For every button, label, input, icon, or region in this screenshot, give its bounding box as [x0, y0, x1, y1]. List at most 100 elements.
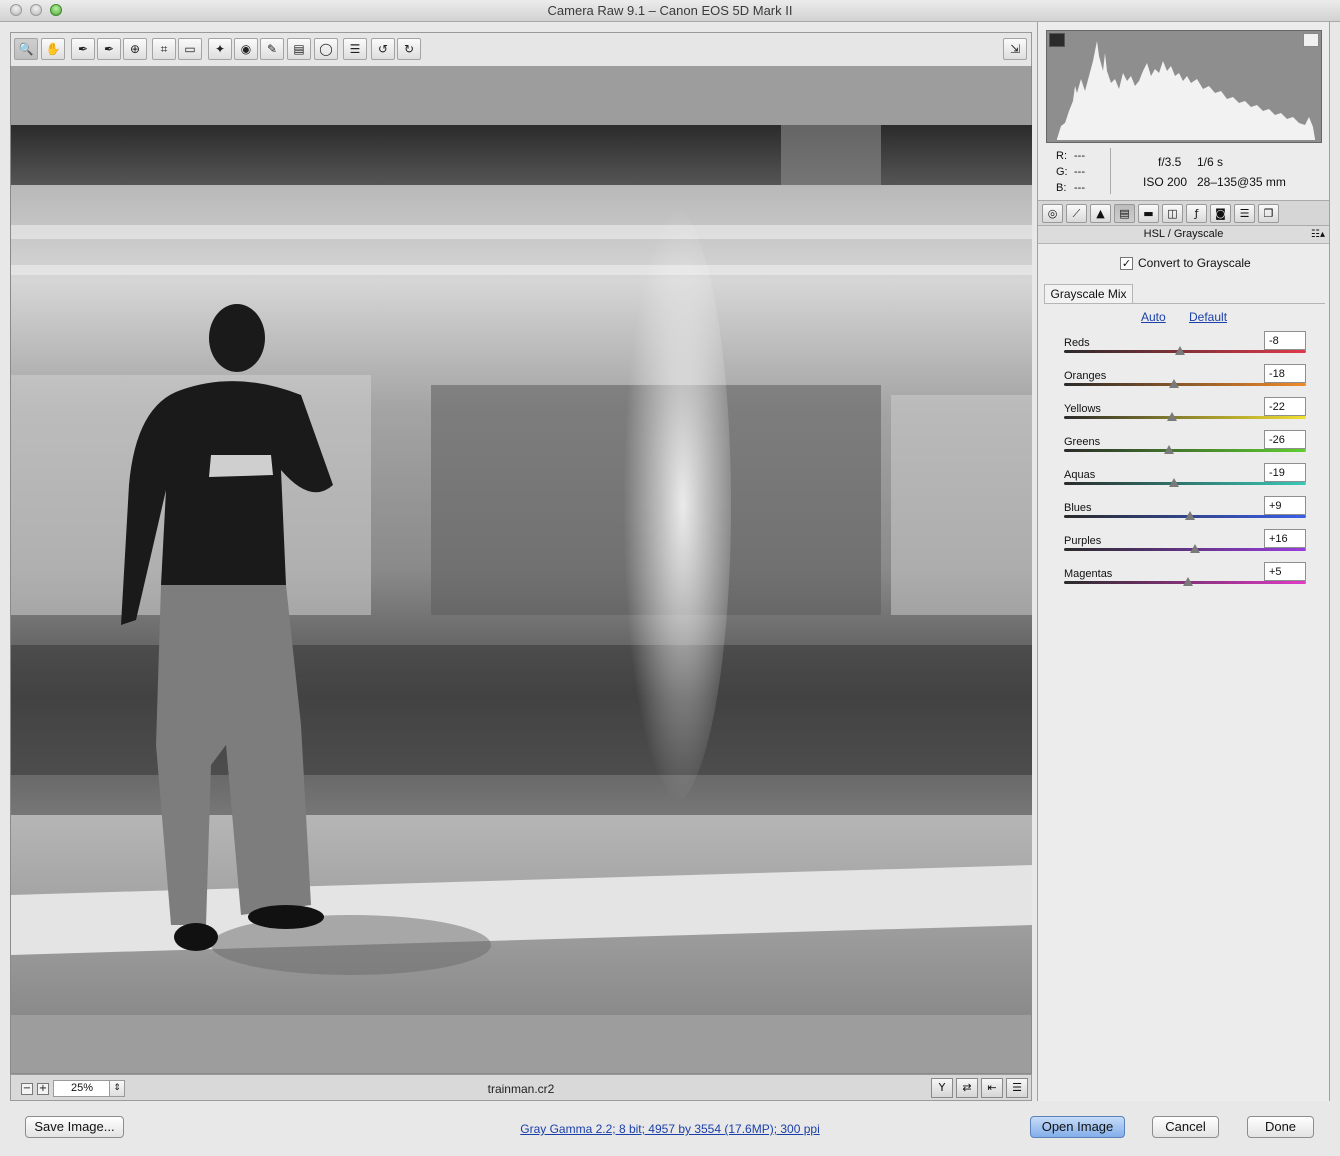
tab-snapshots[interactable]: ❐	[1258, 204, 1279, 223]
panel-title: HSL / Grayscale	[1143, 228, 1224, 240]
preferences-tool-button[interactable]: ☰	[343, 38, 367, 60]
red-eye-removal-tool-icon: ◉	[240, 42, 252, 56]
swap-icon: ⇄	[962, 1081, 972, 1094]
swap-settings-button[interactable]: ⇄	[956, 1078, 978, 1098]
zoom-tool-button[interactable]: 🔍	[14, 38, 38, 60]
preview-status-bar: − + 25% ⇕ trainman.cr2 Y ⇄ ⇤ ☰	[10, 1074, 1032, 1101]
crop-tool-button[interactable]: ⌗	[152, 38, 176, 60]
graduated-filter-tool-icon: ▤	[293, 42, 305, 56]
slider-value-field[interactable]: -22	[1264, 397, 1306, 416]
tab-split-toning[interactable]: ▬	[1138, 204, 1159, 223]
radial-filter-tool-button[interactable]: ◯	[314, 38, 338, 60]
preferences-tool-icon: ☰	[349, 42, 361, 56]
slider-track[interactable]	[1064, 482, 1306, 485]
copy-icon: ⇤	[987, 1081, 997, 1094]
shadow-clipping-warning-button[interactable]	[1049, 33, 1065, 47]
done-button[interactable]: Done	[1247, 1116, 1314, 1138]
y-view-icon: Y	[938, 1081, 946, 1094]
title-bar: Camera Raw 9.1 – Canon EOS 5D Mark II	[0, 0, 1340, 22]
tool-bar: 🔍 ✋ ✒ ✒ ⊕ ⌗ ▭ ✦ ◉ ✎ ▤ ◯ ☰ ↺ ↻ ⇲	[10, 32, 1032, 66]
adjustment-brush-tool-button[interactable]: ✎	[260, 38, 284, 60]
color-sampler-tool-button[interactable]: ✒	[97, 38, 121, 60]
hand-tool-button[interactable]: ✋	[41, 38, 65, 60]
photo-preview[interactable]	[11, 125, 1032, 1015]
rotate-ccw-tool-button[interactable]: ↺	[371, 38, 395, 60]
tab-basic[interactable]: ◎	[1042, 204, 1063, 223]
green-label: G:	[1056, 166, 1068, 178]
default-link[interactable]: Default	[1189, 310, 1227, 324]
subtab-divider	[1044, 303, 1325, 304]
fx-icon: ƒ	[1194, 207, 1199, 220]
tab-camera-calibration[interactable]: ◙	[1210, 204, 1231, 223]
workflow-options-link[interactable]: Gray Gamma 2.2; 8 bit; 4957 by 3554 (17.…	[0, 1122, 1340, 1136]
slider-value-field[interactable]: +5	[1264, 562, 1306, 581]
tab-grayscale-mix[interactable]: Grayscale Mix	[1044, 284, 1133, 303]
slider-track[interactable]	[1064, 416, 1306, 419]
curve-icon: ⟋	[1072, 207, 1081, 220]
sliders-icon: ☰	[1012, 1081, 1022, 1094]
split-toning-icon: ▬	[1143, 207, 1154, 220]
red-label: R:	[1056, 150, 1067, 162]
spot-removal-tool-icon: ✦	[214, 42, 226, 56]
highlight-clipping-warning-button[interactable]	[1303, 33, 1319, 47]
red-eye-removal-tool-button[interactable]: ◉	[234, 38, 258, 60]
slider-thumb[interactable]	[1185, 511, 1196, 520]
convert-to-grayscale-checkbox[interactable]: ✓	[1120, 256, 1133, 270]
slider-thumb[interactable]	[1189, 544, 1200, 553]
tab-presets[interactable]: ☰	[1234, 204, 1255, 223]
presets-icon: ☰	[1239, 207, 1250, 220]
slider-value-field[interactable]: -8	[1264, 331, 1306, 350]
slider-thumb[interactable]	[1175, 346, 1186, 355]
straighten-tool-button[interactable]: ▭	[178, 38, 202, 60]
hsl-icon: ▤	[1119, 207, 1130, 220]
open-image-button[interactable]: Open Image	[1030, 1116, 1125, 1138]
slider-label: Reds	[1064, 337, 1090, 349]
tab-tone-curve[interactable]: ⟋	[1066, 204, 1087, 223]
radial-filter-tool-icon: ◯	[319, 42, 333, 56]
slider-track[interactable]	[1064, 383, 1306, 386]
spot-removal-tool-button[interactable]: ✦	[208, 38, 232, 60]
fullscreen-toggle-button[interactable]: ⇲	[1003, 38, 1027, 60]
convert-to-grayscale[interactable]: ✓ Convert to Grayscale	[1120, 256, 1251, 270]
red-value: ---	[1074, 150, 1085, 162]
tab-hsl-grayscale[interactable]: ▤	[1114, 204, 1135, 223]
slider-thumb[interactable]	[1169, 379, 1180, 388]
convert-to-grayscale-label: Convert to Grayscale	[1138, 256, 1251, 270]
aperture-icon: ◎	[1047, 207, 1058, 220]
slider-value-field[interactable]: -26	[1264, 430, 1306, 449]
slider-track[interactable]	[1064, 449, 1306, 452]
cancel-button[interactable]: Cancel	[1152, 1116, 1219, 1138]
slider-thumb[interactable]	[1183, 577, 1194, 586]
green-value: ---	[1074, 166, 1085, 178]
window-title: Camera Raw 9.1 – Canon EOS 5D Mark II	[547, 3, 793, 18]
fullscreen-icon: ⇲	[1009, 42, 1021, 56]
slider-value-field[interactable]: -19	[1264, 463, 1306, 482]
slider-thumb[interactable]	[1164, 445, 1175, 454]
copy-settings-button[interactable]: ⇤	[981, 1078, 1003, 1098]
slider-label: Magentas	[1064, 568, 1113, 580]
slider-value-field[interactable]: -18	[1264, 364, 1306, 383]
graduated-filter-tool-button[interactable]: ▤	[287, 38, 311, 60]
slider-thumb[interactable]	[1168, 478, 1179, 487]
targeted-adjustment-tool-button[interactable]: ⊕	[123, 38, 147, 60]
toggle-defaults-button[interactable]: ☰	[1006, 1078, 1028, 1098]
slider-value-field[interactable]: +9	[1264, 496, 1306, 515]
slider-track[interactable]	[1064, 548, 1306, 551]
slider-value-field[interactable]: +16	[1264, 529, 1306, 548]
panel-tab-bar: ◎ ⟋ ▲ ▤ ▬ ◫ ƒ ◙ ☰ ❐	[1038, 200, 1329, 226]
panel-menu-icon[interactable]: ☷▴	[1311, 226, 1325, 243]
crop-tool-icon: ⌗	[160, 41, 168, 56]
before-after-view-button[interactable]: Y	[931, 1078, 953, 1098]
lens-icon: ◫	[1167, 207, 1178, 220]
slider-label: Oranges	[1064, 370, 1107, 382]
auto-link[interactable]: Auto	[1141, 310, 1166, 324]
slider-thumb[interactable]	[1166, 412, 1177, 421]
shutter-speed: 1/6 s	[1197, 155, 1224, 169]
adjustments-panel: R: --- G: --- B: --- f/3.5 1/6 s ISO 200 28…	[1037, 22, 1330, 1101]
image-preview-area[interactable]	[10, 66, 1032, 1074]
white-balance-tool-button[interactable]: ✒	[71, 38, 95, 60]
tab-detail[interactable]: ▲	[1090, 204, 1111, 223]
tab-effects[interactable]: ƒ	[1186, 204, 1207, 223]
tab-lens-corrections[interactable]: ◫	[1162, 204, 1183, 223]
rotate-cw-tool-button[interactable]: ↻	[397, 38, 421, 60]
